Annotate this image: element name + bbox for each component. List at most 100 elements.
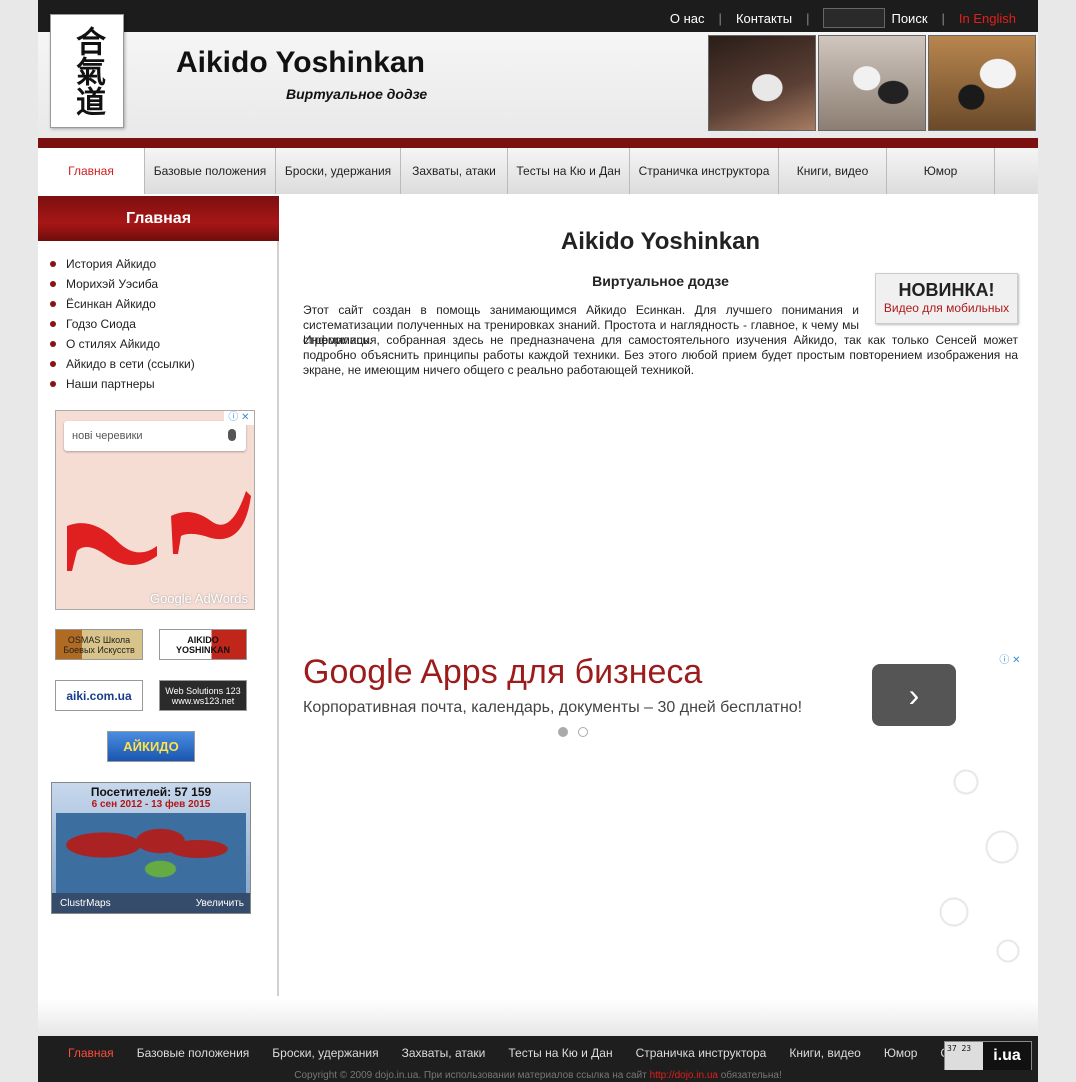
site-subtitle: Виртуальное додзе — [286, 86, 428, 102]
sidebar-item[interactable]: История Айкидо — [38, 254, 277, 274]
footer-nav-item[interactable]: Броски, удержания — [272, 1046, 378, 1060]
sidebar-item[interactable]: Наши партнеры — [38, 374, 277, 394]
footer-nav-item[interactable]: Захваты, атаки — [402, 1046, 486, 1060]
footer-nav-item[interactable]: Базовые положения — [137, 1046, 250, 1060]
nav-item[interactable]: Базовые положения — [145, 148, 276, 194]
world-map — [56, 813, 246, 893]
sidebar-item-label: О стилях Айкидо — [66, 337, 161, 351]
shoe-image — [67, 523, 157, 571]
zoom-link[interactable]: Увеличить — [196, 898, 244, 909]
bullet-icon — [50, 381, 56, 387]
footer-nav-item[interactable]: Тесты на Кю и Дан — [508, 1046, 612, 1060]
footer-nav-item[interactable]: Страничка инструктора — [636, 1046, 767, 1060]
sidebar: Главная История Айкидо Морихэй Уэсиба Ёсин… — [38, 196, 279, 996]
clustrmaps-widget[interactable]: Посетителей: 57 159 6 сен 2012 - 13 фев … — [51, 782, 251, 914]
divider: | — [806, 10, 810, 26]
ad-title: Google Apps для бизнеса — [303, 653, 703, 691]
header-band — [38, 138, 1038, 148]
site-title: Aikido Yoshinkan — [176, 46, 425, 79]
copyright: Copyright © 2009 dojo.in.ua. При использ… — [38, 1070, 1038, 1082]
sidebar-item[interactable]: О стилях Айкидо — [38, 334, 277, 354]
ws123-banner[interactable]: Web Solutions 123 www.ws123.net — [159, 680, 247, 711]
mobile-video-link[interactable]: Видео для мобильных — [876, 301, 1017, 315]
ad-close-icon[interactable]: ⓘ ✕ — [995, 651, 1025, 666]
bullet-icon — [50, 341, 56, 347]
counter-value: 37 23 — [945, 1042, 983, 1070]
new-promo[interactable]: НОВИНКА! Видео для мобильных — [875, 273, 1018, 324]
carousel-dot[interactable] — [578, 727, 588, 737]
sidebar-title: Главная — [38, 196, 279, 241]
nav-item[interactable]: Захваты, атаки — [401, 148, 508, 194]
contacts-link[interactable]: Контакты — [736, 11, 792, 26]
bullet-icon — [50, 361, 56, 367]
logo[interactable]: 合氣道 — [50, 14, 124, 128]
ad-close-icon[interactable]: ⓘ ✕ — [224, 411, 254, 425]
top-bar: О нас | Контакты | Поиск | In English — [38, 0, 1038, 32]
bullet-icon — [50, 261, 56, 267]
footer-spacer — [38, 1000, 1038, 1036]
footer-nav: Главная Базовые положения Броски, удержани… — [38, 1036, 1038, 1071]
header-photo — [818, 35, 926, 131]
ad-search-text: нові черевики — [72, 430, 143, 442]
sidebar-item[interactable]: Айкидо в сети (ссылки) — [38, 354, 277, 374]
header-photo — [928, 35, 1036, 131]
search-button[interactable]: Поиск — [891, 11, 927, 26]
footer-nav-item[interactable]: Главная — [68, 1046, 114, 1060]
google-apps-ad[interactable]: Google Apps для бизнеса Корпоративная по… — [303, 651, 1025, 741]
about-link[interactable]: О нас — [670, 11, 705, 26]
copyright-suffix: обязательна! — [717, 1070, 782, 1081]
site-link[interactable]: http://dojo.in.ua — [650, 1070, 718, 1081]
logo-text: 合氣道 — [70, 26, 105, 116]
bullet-icon — [50, 321, 56, 327]
footer-nav-item[interactable]: Юмор — [884, 1046, 918, 1060]
counter-widget[interactable]: 37 23 i.ua — [944, 1041, 1032, 1071]
ad-arrow-button[interactable]: › — [872, 664, 956, 726]
osmas-banner[interactable]: OSMAS Школа Боевых Искусств — [55, 629, 143, 660]
english-link[interactable]: In English — [959, 11, 1016, 26]
sidebar-ad[interactable]: нові черевики Google AdWords ⓘ ✕ — [55, 410, 255, 610]
carousel-dot[interactable] — [558, 727, 568, 737]
counter-brand: i.ua — [983, 1042, 1031, 1070]
nav-item[interactable]: Юмор — [887, 148, 995, 194]
header-photo — [708, 35, 816, 131]
bullet-icon — [50, 281, 56, 287]
mic-icon — [228, 429, 236, 441]
ad-subtitle: Корпоративная почта, календарь, документ… — [303, 699, 803, 716]
visitors-count: Посетителей: 57 159 — [90, 785, 212, 799]
divider: | — [941, 10, 945, 26]
new-title: НОВИНКА! — [898, 280, 995, 300]
copyright-text: Copyright © 2009 dojo.in.ua. При использ… — [294, 1070, 650, 1081]
aikido-yoshinkan-banner[interactable]: AIKIDO YOSHINKAN — [159, 629, 247, 660]
sidebar-item-label: Ёсинкан Айкидо — [66, 297, 156, 311]
top-links: О нас | Контакты | Поиск | In English — [670, 8, 1016, 28]
floral-decoration — [918, 730, 1038, 990]
page: О нас | Контакты | Поиск | In English 合氣… — [38, 0, 1038, 1082]
visitors-dates: 6 сен 2012 - 13 фев 2015 — [91, 799, 211, 810]
aiki-banner[interactable]: aiki.com.ua — [55, 680, 143, 711]
page-title: Aikido Yoshinkan — [560, 228, 761, 255]
nav-item[interactable]: Тесты на Кю и Дан — [508, 148, 630, 194]
aikido-button[interactable]: АЙКИДО — [107, 731, 195, 762]
sidebar-menu: История Айкидо Морихэй Уэсиба Ёсинкан Айки… — [38, 254, 277, 394]
divider: | — [718, 10, 722, 26]
sidebar-item[interactable]: Ёсинкан Айкидо — [38, 294, 277, 314]
clustr-footer: ClustrMaps Увеличить — [52, 893, 250, 913]
bullet-icon — [50, 301, 56, 307]
sidebar-item[interactable]: Морихэй Уэсиба — [38, 274, 277, 294]
footer-nav-item[interactable]: Книги, видео — [789, 1046, 861, 1060]
sidebar-item[interactable]: Годзо Сиода — [38, 314, 277, 334]
shoe-image — [171, 491, 251, 554]
nav-item[interactable]: Книги, видео — [779, 148, 887, 194]
adwords-label: Google AdWords — [149, 591, 248, 606]
ad-search-box[interactable]: нові черевики — [64, 421, 246, 451]
nav-item[interactable]: Страничка инструктора — [630, 148, 779, 194]
search-input[interactable] — [823, 8, 886, 28]
main-nav: Главная Базовые положения Броски, удержани… — [38, 148, 1038, 194]
nav-item[interactable]: Броски, удержания — [276, 148, 401, 194]
sidebar-item-label: Морихэй Уэсиба — [66, 277, 159, 291]
intro-paragraph-2: Информация, собранная здесь не предназна… — [303, 333, 1018, 377]
header: 合氣道 Aikido Yoshinkan Виртуальное додзе — [38, 14, 1038, 138]
main-content: Aikido Yoshinkan Виртуальное додзе НОВИН… — [303, 196, 1021, 996]
sidebar-item-label: История Айкидо — [66, 257, 157, 271]
nav-item[interactable]: Главная — [38, 148, 145, 194]
